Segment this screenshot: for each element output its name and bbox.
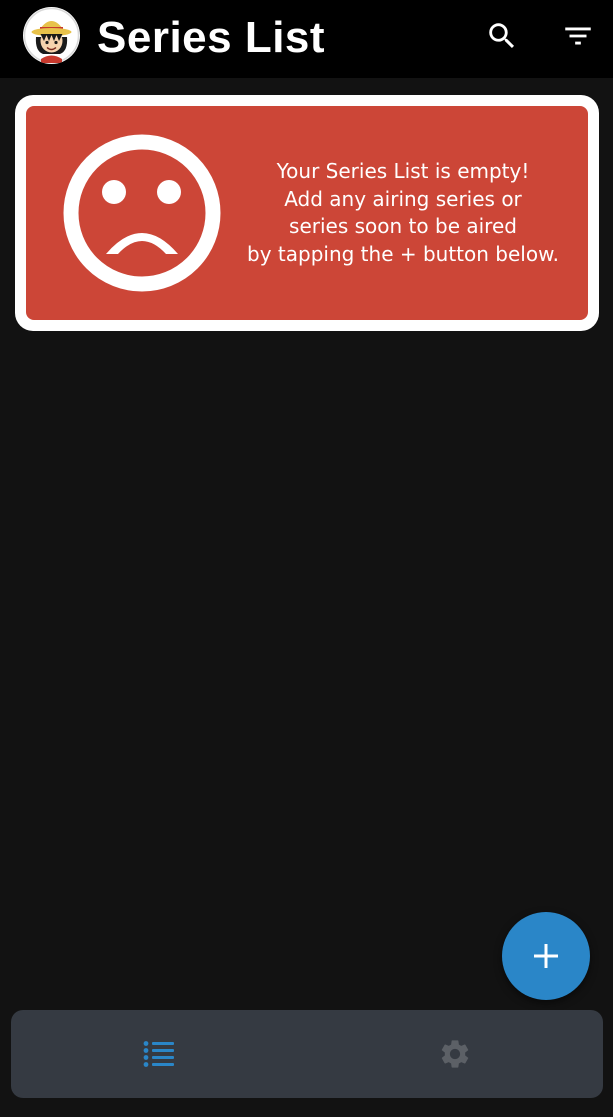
search-button[interactable] (478, 12, 526, 60)
add-series-button[interactable] (502, 912, 590, 1000)
app-bar: Series List (0, 0, 613, 78)
page-title: Series List (97, 13, 326, 62)
bottom-navigation (11, 1010, 603, 1098)
empty-state-panel: Your Series List is empty! Add any airin… (26, 106, 588, 320)
empty-state-line: series soon to be aired (289, 214, 517, 238)
filter-icon (565, 27, 591, 45)
sad-face-icon (63, 134, 221, 292)
settings-icon (441, 1040, 469, 1068)
plus-icon (534, 944, 558, 968)
straw-hat-avatar-icon (23, 7, 80, 64)
list-icon (143, 1041, 174, 1067)
empty-state-line: by tapping the + button below. (247, 241, 559, 266)
empty-state-line: Your Series List is empty! (276, 159, 530, 183)
empty-state-card: Your Series List is empty! Add any airin… (15, 95, 599, 331)
nav-item-settings[interactable] (307, 1010, 603, 1098)
search-icon (489, 23, 515, 49)
avatar[interactable] (23, 7, 80, 64)
empty-state-line: Add any airing series or (284, 186, 522, 211)
nav-item-series-list[interactable] (11, 1010, 307, 1098)
filter-button[interactable] (554, 12, 602, 60)
empty-state-message: Your Series List is empty! Add any airin… (233, 158, 573, 268)
